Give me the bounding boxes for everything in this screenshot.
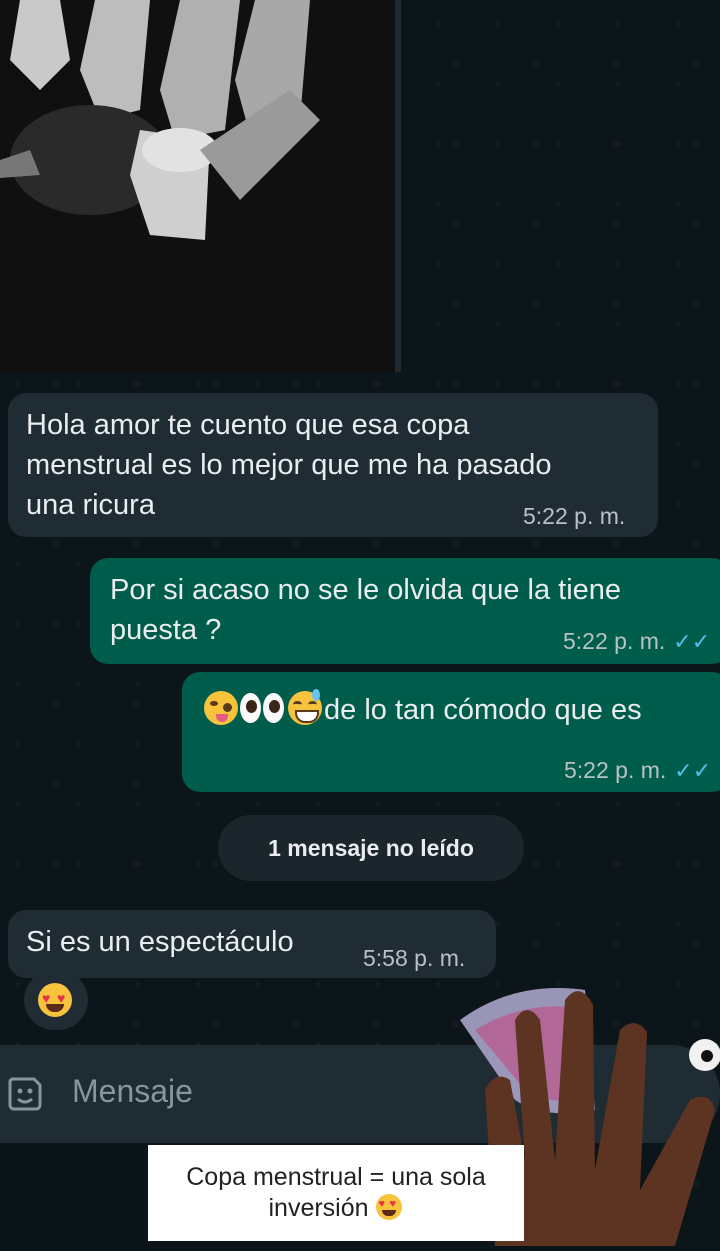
grinning-sweat-emoji: [288, 689, 322, 725]
message-reaction[interactable]: ♥ ♥: [24, 970, 88, 1030]
message-text: Si es un espectáculo: [26, 926, 294, 958]
message-text-line: menstrual es lo mejor que me ha pasado: [26, 449, 552, 481]
incoming-message-2[interactable]: Si es un espectáculo 5:58 p. m.: [8, 910, 496, 978]
message-time: 5:22 p. m.: [563, 628, 666, 654]
eyes-emoji: [240, 691, 286, 725]
woozy-face-emoji: [204, 691, 238, 725]
message-text-line: Hola amor te cuento que esa copa: [26, 409, 470, 441]
heart-eyes-emoji: ♥ ♥: [375, 1194, 402, 1220]
double-check-icon: ✓✓: [673, 629, 711, 654]
message-time: 5:22 p. m.: [564, 757, 667, 783]
message-meta: 5:22 p. m. ✓✓: [564, 757, 711, 784]
message-input[interactable]: Mensaje: [72, 1073, 193, 1110]
heart-eyes-emoji: ♥ ♥: [38, 983, 72, 1017]
caption-line-text: inversión: [268, 1194, 369, 1222]
shared-photo[interactable]: [0, 0, 400, 372]
bottom-fade: [0, 1143, 148, 1246]
caption-line: Copa menstrual = una sola: [186, 1163, 486, 1191]
outgoing-message-1[interactable]: Por si acaso no se le olvida que la tien…: [90, 558, 720, 664]
message-time: 5:58 p. m.: [363, 945, 466, 971]
message-meta: 5:22 p. m. ✓✓: [563, 628, 710, 655]
unread-messages-divider: 1 mensaje no leído: [218, 815, 524, 881]
menstrual-cup-photo: [0, 0, 400, 372]
incoming-message-1[interactable]: Hola amor te cuento que esa copa menstru…: [8, 393, 658, 537]
message-text-line: una ricura: [26, 489, 155, 521]
double-check-icon: ✓✓: [674, 758, 712, 783]
message-time: 5:22 p. m.: [523, 503, 626, 529]
caption-line-2: inversión ♥ ♥: [148, 1193, 524, 1224]
outgoing-message-2[interactable]: de lo tan cómodo que es 5:22 p. m. ✓✓: [182, 672, 720, 792]
overlay-caption: Copa menstrual = una sola inversión ♥ ♥: [148, 1145, 524, 1241]
message-text-line: Por si acaso no se le olvida que la tien…: [110, 574, 622, 606]
message-text-line: puesta ?: [110, 614, 222, 646]
message-text: de lo tan cómodo que es: [324, 694, 642, 726]
photo-frame: [395, 0, 401, 372]
unread-label: 1 mensaje no leído: [268, 834, 474, 861]
sticker-icon[interactable]: [6, 1075, 44, 1113]
